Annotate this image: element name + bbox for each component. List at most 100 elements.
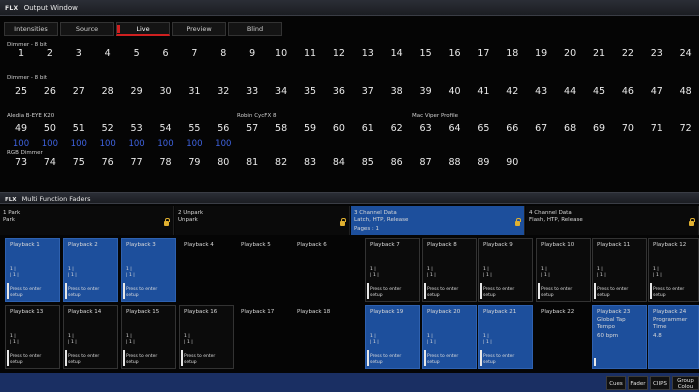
channel-number[interactable]: 20	[556, 48, 584, 59]
channel-number[interactable]: 6	[152, 48, 180, 59]
channel-number[interactable]: 28	[94, 86, 122, 97]
playback-fader-21[interactable]: Playback 21 1 | | 1 | Press to enter setup	[478, 305, 533, 369]
channel-number[interactable]: 66	[498, 123, 526, 134]
channel-number[interactable]: 86	[383, 157, 411, 168]
channel-number[interactable]: 65	[469, 123, 497, 134]
channel-number[interactable]: 53	[123, 123, 151, 134]
channel-number[interactable]: 31	[180, 86, 208, 97]
channel-number[interactable]: 39	[412, 86, 440, 97]
channel-number[interactable]: 54	[152, 123, 180, 134]
channel-number[interactable]: 35	[296, 86, 324, 97]
channel-number[interactable]: 32	[209, 86, 237, 97]
tab-intensities[interactable]: Intensities	[4, 22, 58, 36]
channel-number[interactable]: 57	[238, 123, 266, 134]
channel-number[interactable]: 27	[65, 86, 93, 97]
tab-live[interactable]: Live	[116, 22, 170, 36]
channel-number[interactable]: 41	[469, 86, 497, 97]
channel-number[interactable]: 64	[441, 123, 469, 134]
tab-preview[interactable]: Preview	[172, 22, 226, 36]
channel-number[interactable]: 11	[296, 48, 324, 59]
cues-button[interactable]: Cues	[606, 376, 626, 390]
fader-page-4[interactable]: 4 Channel Data Flash, HTP, Release	[526, 206, 699, 235]
channel-number[interactable]: 82	[267, 157, 295, 168]
clips-button[interactable]: CIIPS	[650, 376, 670, 390]
channel-number[interactable]: 19	[527, 48, 555, 59]
channel-number[interactable]: 90	[498, 157, 526, 168]
channel-number[interactable]: 68	[556, 123, 584, 134]
channel-number[interactable]: 59	[296, 123, 324, 134]
channel-number[interactable]: 44	[556, 86, 584, 97]
channel-number[interactable]: 1	[7, 48, 35, 59]
channel-number[interactable]: 77	[123, 157, 151, 168]
playback-fader-16[interactable]: Playback 16 1 | | 1 | Press to enter setup	[179, 305, 234, 369]
channel-number[interactable]: 30	[152, 86, 180, 97]
channel-number[interactable]: 10	[267, 48, 295, 59]
playback-fader-17[interactable]: Playback 17	[236, 305, 291, 369]
playback-fader-9[interactable]: Playback 9 1 | | 1 | Press to enter setup	[478, 238, 533, 302]
playback-fader-14[interactable]: Playback 14 1 | | 1 | Press to enter setup	[63, 305, 118, 369]
fader-button[interactable]: Fader	[628, 376, 648, 390]
channel-number[interactable]: 38	[383, 86, 411, 97]
channel-number[interactable]: 43	[527, 86, 555, 97]
playback-fader-1[interactable]: Playback 1 1 | | 1 | Press to enter setup	[5, 238, 60, 302]
channel-number[interactable]: 88	[441, 157, 469, 168]
group-colour-button[interactable]: Group Colou	[672, 376, 699, 390]
channel-number[interactable]: 79	[180, 157, 208, 168]
channel-number[interactable]: 16	[441, 48, 469, 59]
playback-fader-7[interactable]: Playback 7 1 | | 1 | Press to enter setup	[365, 238, 420, 302]
playback-fader-2[interactable]: Playback 2 1 | | 1 | Press to enter setup	[63, 238, 118, 302]
channel-number[interactable]: 71	[643, 123, 671, 134]
channel-number[interactable]: 12	[325, 48, 353, 59]
channel-number[interactable]: 83	[296, 157, 324, 168]
channel-number[interactable]: 72	[672, 123, 699, 134]
channel-number[interactable]: 74	[36, 157, 64, 168]
channel-number[interactable]: 13	[354, 48, 382, 59]
channel-number[interactable]: 34	[267, 86, 295, 97]
playback-fader-11[interactable]: Playback 11 1 | | 1 | Press to enter setup	[592, 238, 647, 302]
channel-number[interactable]: 33	[238, 86, 266, 97]
channel-number[interactable]: 7	[180, 48, 208, 59]
channel-number[interactable]: 9	[238, 48, 266, 59]
channel-number[interactable]: 45	[585, 86, 613, 97]
channel-number[interactable]: 26	[36, 86, 64, 97]
channel-number[interactable]: 47	[643, 86, 671, 97]
channel-number[interactable]: 49	[7, 123, 35, 134]
channel-number[interactable]: 58	[267, 123, 295, 134]
channel-number[interactable]: 80	[209, 157, 237, 168]
channel-number[interactable]: 67	[527, 123, 555, 134]
playback-fader-10[interactable]: Playback 10 1 | | 1 | Press to enter setup	[536, 238, 591, 302]
channel-number[interactable]: 60	[325, 123, 353, 134]
channel-number[interactable]: 51	[65, 123, 93, 134]
channel-number[interactable]: 29	[123, 86, 151, 97]
channel-number[interactable]: 5	[123, 48, 151, 59]
playback-fader-20[interactable]: Playback 20 1 | | 1 | Press to enter setup	[422, 305, 477, 369]
channel-number[interactable]: 84	[325, 157, 353, 168]
tab-blind[interactable]: Blind	[228, 22, 282, 36]
channel-number[interactable]: 70	[614, 123, 642, 134]
channel-number[interactable]: 89	[469, 157, 497, 168]
playback-fader-24[interactable]: Playback 24 Programmer Time 4.8	[648, 305, 699, 369]
channel-number[interactable]: 75	[65, 157, 93, 168]
channel-number[interactable]: 22	[614, 48, 642, 59]
channel-number[interactable]: 25	[7, 86, 35, 97]
channel-number[interactable]: 61	[354, 123, 382, 134]
channel-number[interactable]: 76	[94, 157, 122, 168]
fader-page-3[interactable]: 3 Channel Data Latch, HTP, Release Pages…	[351, 206, 525, 235]
channel-number[interactable]: 55	[180, 123, 208, 134]
channel-number[interactable]: 40	[441, 86, 469, 97]
channel-number[interactable]: 87	[412, 157, 440, 168]
channel-number[interactable]: 50	[36, 123, 64, 134]
playback-fader-22[interactable]: Playback 22	[536, 305, 591, 369]
channel-number[interactable]: 14	[383, 48, 411, 59]
channel-number[interactable]: 36	[325, 86, 353, 97]
channel-number[interactable]: 56	[209, 123, 237, 134]
playback-fader-5[interactable]: Playback 5	[236, 238, 291, 302]
channel-number[interactable]: 17	[469, 48, 497, 59]
channel-number[interactable]: 63	[412, 123, 440, 134]
fader-page-1[interactable]: 1 Park Park	[0, 206, 174, 235]
channel-number[interactable]: 69	[585, 123, 613, 134]
channel-number[interactable]: 85	[354, 157, 382, 168]
channel-number[interactable]: 3	[65, 48, 93, 59]
playback-fader-4[interactable]: Playback 4	[179, 238, 234, 302]
playback-fader-18[interactable]: Playback 18	[292, 305, 347, 369]
